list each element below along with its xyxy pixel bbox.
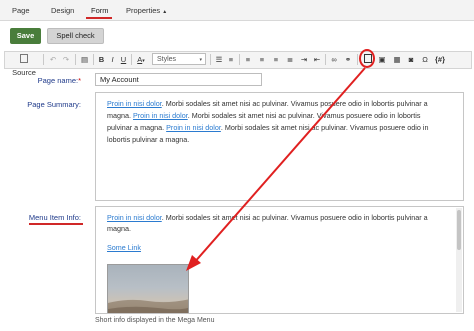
annotation-arrow [186,67,366,271]
